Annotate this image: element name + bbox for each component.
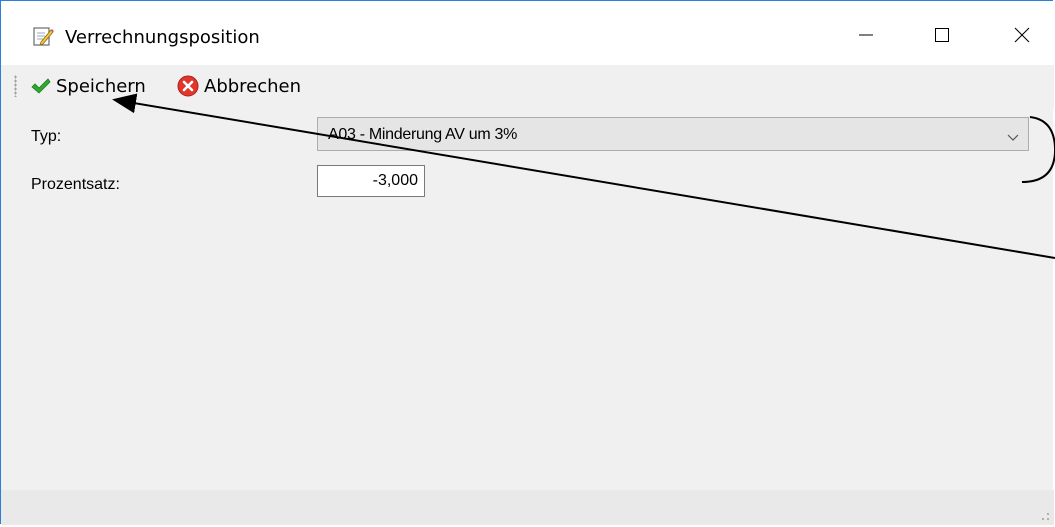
close-icon [1014,27,1030,43]
cancel-circle-icon [177,75,199,97]
dialog-window: Verrechnungsposition Speichern Abbrechen… [0,0,1054,525]
minimize-icon [859,34,873,36]
prozentsatz-input[interactable]: -3,000 [317,165,425,197]
resize-grip-icon[interactable] [1038,509,1050,521]
cancel-button[interactable]: Abbrechen [177,73,301,99]
status-bar [1,490,1054,525]
typ-label: Typ: [31,128,62,145]
prozentsatz-label: Prozentsatz: [31,176,120,193]
toolbar-grip[interactable] [14,75,17,97]
toolbar: Speichern Abbrechen [1,65,1054,109]
maximize-button[interactable] [919,15,965,55]
cancel-button-label: Abbrechen [204,75,302,97]
typ-dropdown[interactable]: A03 - Minderung AV um 3% [317,117,1029,151]
typ-dropdown-value: A03 - Minderung AV um 3% [328,126,518,143]
minimize-button[interactable] [843,15,889,55]
save-button-label: Speichern [56,75,146,97]
edit-document-icon [32,25,54,47]
chevron-down-icon [1006,129,1020,147]
save-button[interactable]: Speichern [31,73,146,99]
maximize-icon [935,28,949,42]
close-button[interactable] [999,15,1045,55]
checkmark-icon [31,78,51,94]
title-bar[interactable]: Verrechnungsposition [1,1,1054,65]
window-title: Verrechnungsposition [65,27,260,48]
